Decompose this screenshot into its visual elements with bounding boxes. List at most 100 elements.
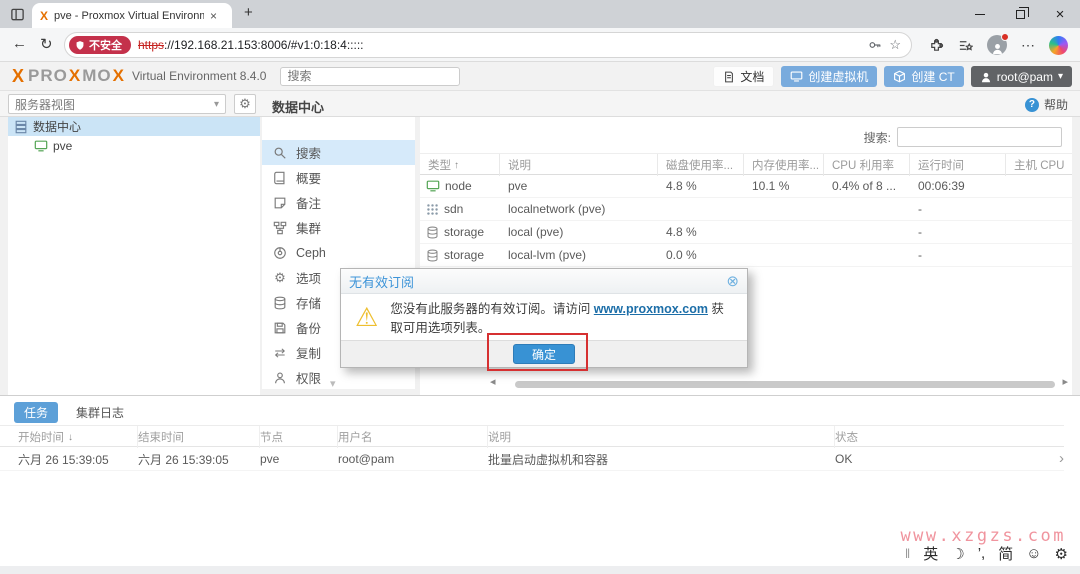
not-secure-badge[interactable]: 不安全 (69, 36, 131, 54)
nav-item-search[interactable]: 搜索 (262, 140, 415, 165)
restore-button[interactable] (1000, 0, 1040, 28)
tree-item-label: 数据中心 (33, 120, 82, 134)
nav-item-label: 选项 (296, 272, 322, 286)
col-header-end[interactable]: 结束时间 (138, 426, 260, 448)
url-scheme: https (138, 38, 165, 52)
create-ct-button[interactable]: 创建 CT (884, 66, 964, 87)
taskbar-handle-icon[interactable]: ‖ (905, 546, 910, 561)
browser-tab[interactable]: X pve - Proxmox Virtual Environme × (32, 3, 232, 28)
storage-icon (427, 249, 438, 261)
nav-item-cluster[interactable]: 集群 (262, 215, 415, 240)
col-header-uptime[interactable]: 运行时间 (910, 154, 1006, 176)
shield-icon (76, 40, 84, 50)
window-controls: × (960, 0, 1080, 28)
monitor-icon (791, 71, 803, 82)
ime-emoji-icon[interactable]: ☺ (1026, 545, 1041, 562)
grid-filter-input[interactable] (897, 127, 1062, 147)
col-header-node[interactable]: 节点 (260, 426, 338, 448)
extensions-puzzle-icon[interactable] (929, 38, 944, 53)
back-button[interactable]: ← (12, 35, 27, 52)
node-icon (34, 140, 48, 151)
help-button[interactable]: ? 帮助 (1024, 96, 1068, 113)
desc-cell: local-lvm (pve) (508, 248, 587, 262)
tree-item-label: pve (53, 138, 73, 153)
subheader: 服务器视图 ▾ ⚙ 数据中心 ? 帮助 (0, 91, 1080, 117)
favorites-collections-icon[interactable] (958, 38, 973, 53)
new-tab-button[interactable]: + (244, 4, 253, 21)
ime-simplified-toggle[interactable]: 简 (998, 543, 1013, 564)
task-detail-chevron-icon[interactable]: › (1059, 450, 1064, 467)
logo-seg: MO (82, 66, 112, 85)
grid-row-node-pve[interactable]: node pve 4.8 % 10.1 % 0.4% of 8 ... 00:0… (420, 175, 1072, 198)
panel-collapse-icon[interactable]: ▾ (330, 377, 336, 390)
grid-row-sdn[interactable]: sdn localnetwork (pve) - (420, 198, 1072, 221)
vertical-tabs-icon[interactable] (8, 5, 26, 23)
user-menu-button[interactable]: root@pam ▾ (970, 66, 1072, 87)
mem-cell: 10.1 % (752, 179, 790, 193)
nav-item-notes[interactable]: 备注 (262, 190, 415, 215)
logo-seg: X (68, 66, 82, 85)
tree-item-pve[interactable]: pve (8, 136, 260, 155)
col-header-mem[interactable]: 内存使用率... (744, 154, 824, 176)
col-header-hostcpu[interactable]: 主机 CPU (1006, 154, 1072, 176)
desc-cell: 批量启动虚拟机和容器 (488, 452, 609, 467)
col-header-cpu[interactable]: CPU 利用率 (824, 154, 910, 176)
person-icon (992, 44, 1002, 55)
type-cell: storage (420, 248, 500, 262)
col-header-desc[interactable]: 说明 (500, 154, 658, 176)
hscroll-right-icon[interactable]: ▸ (1062, 375, 1068, 388)
col-header-desc[interactable]: 说明 (488, 426, 835, 448)
documentation-button[interactable]: 文档 (713, 66, 775, 87)
backup-floppy-icon (272, 321, 288, 335)
profile-avatar[interactable] (987, 33, 1009, 55)
create-vm-button[interactable]: 创建虚拟机 (781, 66, 878, 87)
tab-cluster-log[interactable]: 集群日志 (76, 404, 124, 421)
hscroll-left-icon[interactable]: ◂ (490, 375, 496, 388)
bookmark-star-icon[interactable]: ☆ (889, 37, 901, 53)
ime-settings-gear-icon[interactable]: ⚙ (1055, 545, 1068, 563)
col-header-type[interactable]: 类型 ↑ (420, 154, 500, 176)
col-header-user[interactable]: 用户名 (338, 426, 488, 448)
col-header-status[interactable]: 状态 (835, 426, 1064, 448)
global-search-input[interactable] (280, 66, 461, 86)
task-row[interactable]: 六月 26 15:39:05 六月 26 15:39:05 pve root@p… (0, 448, 1064, 471)
refresh-button[interactable]: ↻ (40, 35, 53, 53)
view-mode-select[interactable]: 服务器视图 ▾ (8, 94, 226, 114)
replication-arrows-icon: ⇄ (274, 344, 286, 360)
ime-fullwidth-moon-icon[interactable]: ☽ (951, 545, 964, 563)
nav-item-ceph[interactable]: Ceph (262, 240, 415, 265)
col-header-disk[interactable]: 磁盘使用率... (658, 154, 744, 176)
password-key-icon[interactable] (868, 38, 882, 52)
tree-item-datacenter[interactable]: 数据中心 (8, 117, 260, 136)
grid-row-storage-local-lvm[interactable]: storage local-lvm (pve) 0.0 % - (420, 244, 1072, 267)
url-text: https://192.168.21.153:8006/#v1:0:18:4::… (138, 38, 861, 52)
tree-settings-button[interactable]: ⚙ (234, 94, 256, 114)
nav-item-summary[interactable]: 概要 (262, 165, 415, 190)
not-secure-label: 不安全 (89, 40, 122, 52)
ime-language-toggle[interactable]: 英 (923, 543, 938, 564)
nav-item-label: 概要 (296, 172, 322, 186)
start-cell: 六月 26 15:39:05 (18, 452, 109, 467)
dialog-header[interactable]: 无有效订阅 ⊗ (341, 269, 747, 294)
tab-tasks[interactable]: 任务 (14, 402, 59, 423)
copilot-icon[interactable] (1049, 35, 1068, 55)
horizontal-scrollbar[interactable] (515, 381, 1055, 388)
taskbar-strip (0, 566, 1080, 574)
address-bar[interactable]: 不安全 https://192.168.21.153:8006/#v1:0:18… (64, 32, 912, 58)
type-cell: storage (420, 225, 500, 239)
caret-down-icon: ▾ (213, 98, 219, 110)
nav-item-label: 备注 (296, 197, 322, 211)
dialog-close-icon[interactable]: ⊗ (726, 272, 739, 290)
proxmox-link[interactable]: www.proxmox.com (594, 302, 708, 316)
document-icon (725, 71, 734, 82)
close-button[interactable]: × (1040, 0, 1080, 28)
nav-item-permissions[interactable]: 权限 (262, 365, 415, 389)
tab-close-icon[interactable]: × (210, 9, 217, 23)
uptime-cell: - (918, 225, 922, 239)
more-menu-icon[interactable]: ⋯ (1021, 37, 1035, 54)
browser-toolbar: ← ↻ 不安全 https://192.168.21.153:8006/#v1:… (0, 28, 1080, 62)
col-header-start[interactable]: 开始时间 ↓ (18, 426, 138, 448)
minimize-button[interactable] (960, 0, 1000, 28)
ime-punctuation-icon[interactable]: ’, (978, 545, 986, 562)
grid-row-storage-local[interactable]: storage local (pve) 4.8 % - (420, 221, 1072, 244)
